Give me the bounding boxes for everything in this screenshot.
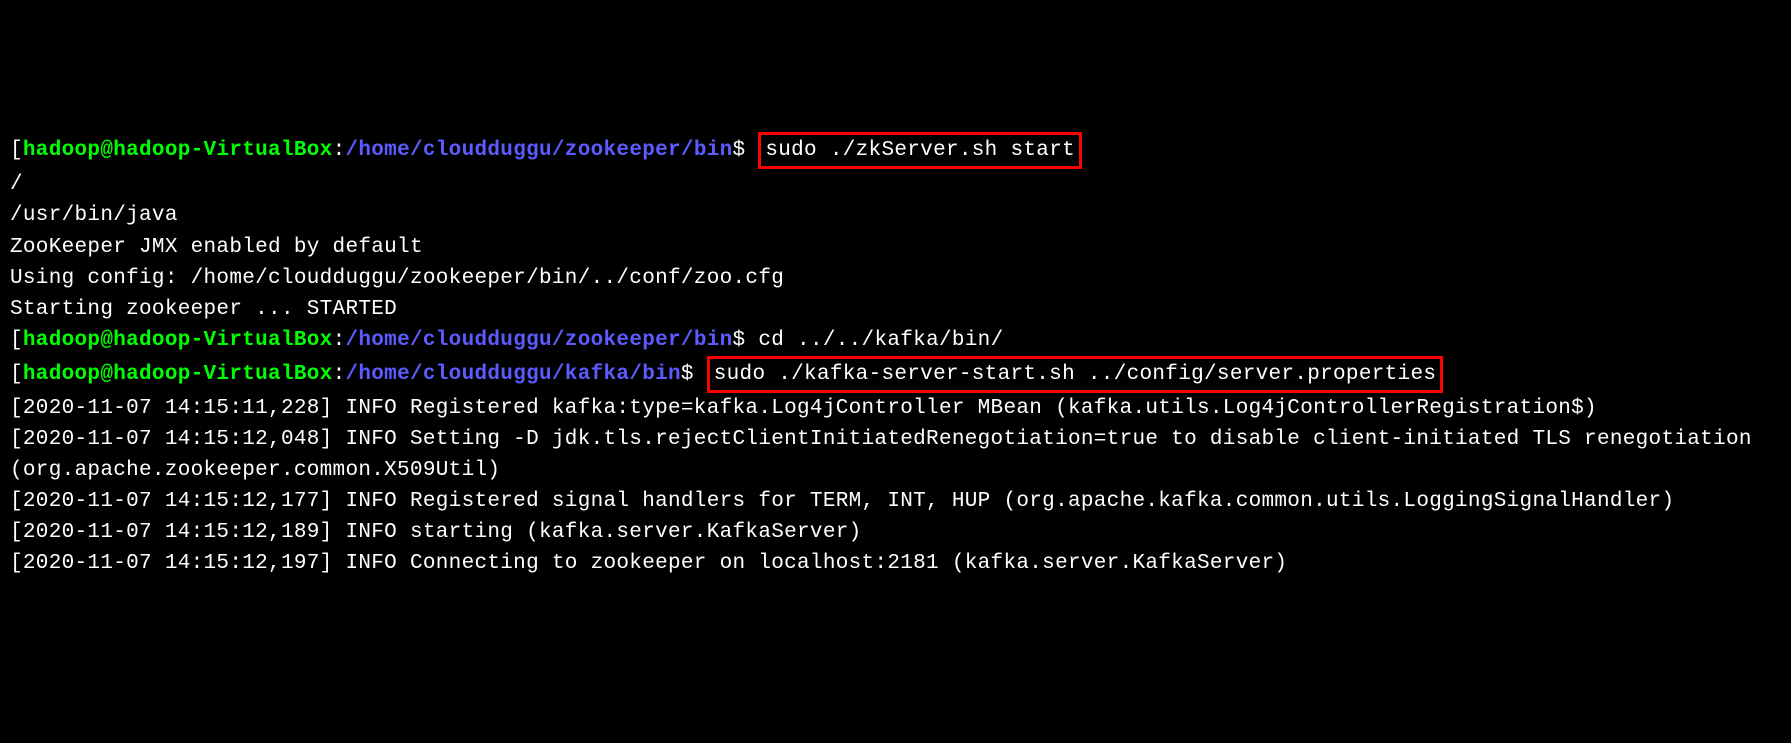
output-line: ZooKeeper JMX enabled by default <box>10 232 1781 263</box>
user-host: hadoop@hadoop-VirtualBox <box>23 139 333 162</box>
prompt-dollar: $ <box>681 363 707 386</box>
command-text: sudo ./kafka-server-start.sh ../config/s… <box>714 363 1437 386</box>
terminal-output[interactable]: [hadoop@hadoop-VirtualBox:/home/clouddug… <box>10 132 1781 579</box>
prompt-line-3: [hadoop@hadoop-VirtualBox:/home/clouddug… <box>10 356 1781 393</box>
command-text: cd ../../kafka/bin/ <box>758 329 1003 352</box>
user-host: hadoop@hadoop-VirtualBox <box>23 329 333 352</box>
cwd-path: /home/cloudduggu/zookeeper/bin <box>345 329 732 352</box>
output-line: Using config: /home/cloudduggu/zookeeper… <box>10 263 1781 294</box>
highlighted-command-2: sudo ./kafka-server-start.sh ../config/s… <box>707 356 1444 393</box>
bracket-open: [ <box>10 329 23 352</box>
prompt-line-1: [hadoop@hadoop-VirtualBox:/home/clouddug… <box>10 132 1781 169</box>
bracket-open: [ <box>10 363 23 386</box>
prompt-dollar: $ <box>733 329 759 352</box>
colon: : <box>333 329 346 352</box>
output-line: / <box>10 169 1781 200</box>
output-line: [2020-11-07 14:15:12,048] INFO Setting -… <box>10 424 1781 486</box>
colon: : <box>333 139 346 162</box>
user-host: hadoop@hadoop-VirtualBox <box>23 363 333 386</box>
prompt-line-2: [hadoop@hadoop-VirtualBox:/home/clouddug… <box>10 325 1781 356</box>
highlighted-command-1: sudo ./zkServer.sh start <box>758 132 1082 169</box>
output-line: [2020-11-07 14:15:12,189] INFO starting … <box>10 517 1781 548</box>
output-line: [2020-11-07 14:15:12,197] INFO Connectin… <box>10 548 1781 579</box>
cwd-path: /home/cloudduggu/kafka/bin <box>345 363 680 386</box>
colon: : <box>333 363 346 386</box>
output-line: [2020-11-07 14:15:11,228] INFO Registere… <box>10 393 1781 424</box>
output-line: Starting zookeeper ... STARTED <box>10 294 1781 325</box>
output-line: [2020-11-07 14:15:12,177] INFO Registere… <box>10 486 1781 517</box>
cwd-path: /home/cloudduggu/zookeeper/bin <box>345 139 732 162</box>
prompt-dollar: $ <box>733 139 759 162</box>
output-line: /usr/bin/java <box>10 200 1781 231</box>
command-text: sudo ./zkServer.sh start <box>765 139 1075 162</box>
bracket-open: [ <box>10 139 23 162</box>
